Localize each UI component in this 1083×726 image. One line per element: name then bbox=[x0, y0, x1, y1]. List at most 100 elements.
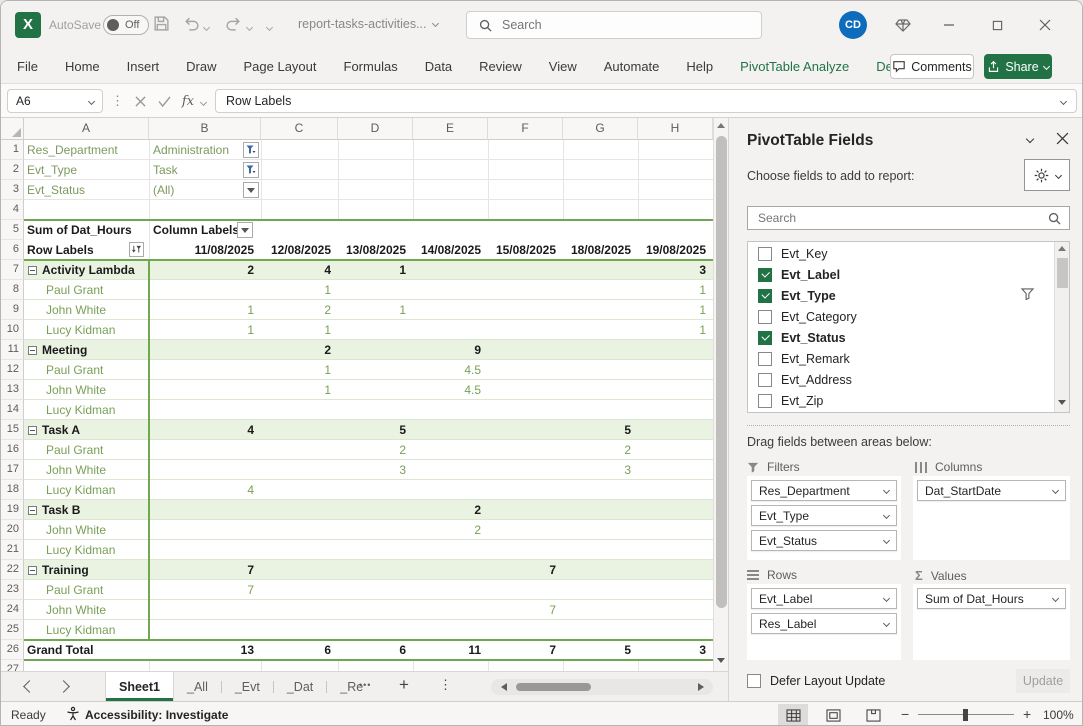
sheet-options-icon[interactable]: ⋮ bbox=[439, 677, 452, 693]
undo-icon[interactable] bbox=[183, 15, 200, 37]
field-checkbox[interactable] bbox=[758, 331, 772, 345]
collapse-icon[interactable] bbox=[28, 426, 37, 435]
pivot-detail-label[interactable]: John White bbox=[24, 460, 149, 480]
pivot-value-cell[interactable]: 1 bbox=[338, 260, 413, 280]
field-checkbox[interactable] bbox=[758, 289, 772, 303]
field-chip-res_department[interactable]: Res_Department bbox=[751, 480, 897, 501]
collapse-icon[interactable] bbox=[28, 566, 37, 575]
area-box-filters[interactable]: Res_DepartmentEvt_TypeEvt_Status bbox=[747, 476, 901, 560]
fields-search-input[interactable] bbox=[756, 210, 1048, 226]
panel-collapse-icon[interactable] bbox=[1026, 135, 1034, 143]
undo-dropdown-icon[interactable] bbox=[203, 24, 210, 31]
pivot-value-cell[interactable]: 4 bbox=[149, 480, 261, 500]
row-header-22[interactable]: 22 bbox=[1, 560, 24, 580]
row-header-15[interactable]: 15 bbox=[1, 420, 24, 440]
field-checkbox[interactable] bbox=[758, 394, 772, 408]
pivot-detail-label[interactable]: Lucy Kidman bbox=[24, 320, 149, 340]
sheet-tab-_dat[interactable]: _Dat bbox=[274, 672, 326, 701]
column-header-E[interactable]: E bbox=[413, 118, 488, 140]
comments-button[interactable]: Comments bbox=[890, 54, 974, 79]
scroll-right-icon[interactable] bbox=[698, 683, 704, 691]
next-sheet-icon[interactable] bbox=[57, 680, 70, 693]
field-checkbox[interactable] bbox=[758, 310, 772, 324]
pivot-detail-label[interactable]: Lucy Kidman bbox=[24, 620, 149, 640]
close-button[interactable] bbox=[1033, 13, 1057, 37]
row-header-11[interactable]: 11 bbox=[1, 340, 24, 360]
sheet-tab-_all[interactable]: _All bbox=[174, 672, 221, 701]
chip-dropdown-icon[interactable] bbox=[883, 512, 890, 519]
row-header-2[interactable]: 2 bbox=[1, 160, 24, 180]
accessibility-icon[interactable] bbox=[65, 706, 81, 725]
column-labels-dropdown-button[interactable] bbox=[237, 222, 253, 238]
pivot-detail-label[interactable]: Lucy Kidman bbox=[24, 400, 149, 420]
pivot-value-cell[interactable]: 1 bbox=[261, 360, 338, 380]
pivot-value-cell[interactable]: 5 bbox=[563, 420, 638, 440]
ribbon-tab-automate[interactable]: Automate bbox=[604, 59, 660, 74]
pivot-detail-label[interactable]: Lucy Kidman bbox=[24, 480, 149, 500]
row-header-18[interactable]: 18 bbox=[1, 480, 24, 500]
row-header-5[interactable]: 5 bbox=[1, 220, 24, 240]
search-input[interactable] bbox=[500, 17, 720, 33]
column-header-D[interactable]: D bbox=[338, 118, 413, 140]
pivot-detail-label[interactable]: Paul Grant bbox=[24, 360, 149, 380]
area-box-rows[interactable]: Evt_LabelRes_Label bbox=[747, 584, 901, 660]
pivot-value-cell[interactable]: 3 bbox=[338, 460, 413, 480]
scroll-up-icon[interactable] bbox=[1058, 246, 1066, 251]
share-button[interactable]: Share bbox=[984, 54, 1052, 79]
pivot-value-cell[interactable]: 2 bbox=[261, 300, 338, 320]
zoom-out-button[interactable]: − bbox=[901, 706, 909, 722]
pivot-value-cell[interactable]: 2 bbox=[413, 500, 488, 520]
scroll-down-icon[interactable] bbox=[717, 658, 725, 663]
pivot-detail-label[interactable]: Lucy Kidman bbox=[24, 540, 149, 560]
avatar[interactable]: CD bbox=[839, 11, 867, 39]
add-sheet-button[interactable]: + bbox=[399, 675, 409, 695]
pivot-value-cell[interactable]: 5 bbox=[338, 420, 413, 440]
pivot-detail-label[interactable]: Paul Grant bbox=[24, 580, 149, 600]
pivot-value-cell[interactable]: 1 bbox=[638, 280, 713, 300]
row-header-4[interactable]: 4 bbox=[1, 200, 24, 220]
pivot-value-cell[interactable]: 7 bbox=[488, 640, 563, 660]
field-chip-evt_status[interactable]: Evt_Status bbox=[751, 530, 897, 551]
pivot-value-cell[interactable]: 6 bbox=[261, 640, 338, 660]
redo-icon[interactable] bbox=[225, 15, 242, 37]
pivot-value-cell[interactable]: 1 bbox=[261, 380, 338, 400]
scroll-left-icon[interactable] bbox=[501, 683, 507, 691]
row-header-12[interactable]: 12 bbox=[1, 360, 24, 380]
chip-dropdown-icon[interactable] bbox=[1052, 595, 1059, 602]
pivot-date-header[interactable]: 14/08/2025 bbox=[413, 240, 488, 260]
pivot-value-cell[interactable]: 11 bbox=[413, 640, 488, 660]
field-checkbox[interactable] bbox=[758, 352, 772, 366]
field-list-scrollbar[interactable] bbox=[1054, 242, 1069, 412]
chip-dropdown-icon[interactable] bbox=[883, 537, 890, 544]
vertical-scrollbar[interactable] bbox=[713, 118, 728, 671]
pivot-value-cell[interactable]: 4 bbox=[149, 420, 261, 440]
pivot-detail-label[interactable]: John White bbox=[24, 520, 149, 540]
pivot-value-cell[interactable]: 1 bbox=[261, 280, 338, 300]
pivot-value-cell[interactable]: 2 bbox=[338, 440, 413, 460]
pivot-value-cell[interactable]: 1 bbox=[638, 320, 713, 340]
field-item-evt_key[interactable]: Evt_Key bbox=[748, 243, 1048, 264]
pivot-value-cell[interactable]: 1 bbox=[149, 320, 261, 340]
field-item-evt_remark[interactable]: Evt_Remark bbox=[748, 348, 1048, 369]
pivot-value-cell[interactable]: 5 bbox=[563, 640, 638, 660]
name-box[interactable]: A6 bbox=[7, 89, 103, 113]
row-header-7[interactable]: 7 bbox=[1, 260, 24, 280]
minimize-button[interactable] bbox=[937, 13, 961, 37]
save-icon[interactable] bbox=[153, 15, 170, 37]
row-header-16[interactable]: 16 bbox=[1, 440, 24, 460]
pivot-date-header[interactable]: 12/08/2025 bbox=[261, 240, 338, 260]
cancel-entry-icon[interactable] bbox=[129, 89, 151, 113]
ribbon-tab-help[interactable]: Help bbox=[686, 59, 713, 74]
pivot-date-header[interactable]: 13/08/2025 bbox=[338, 240, 413, 260]
select-all-corner[interactable] bbox=[1, 118, 24, 140]
row-header-24[interactable]: 24 bbox=[1, 600, 24, 620]
pivot-detail-label[interactable]: John White bbox=[24, 380, 149, 400]
pivot-value-cell[interactable]: 13 bbox=[149, 640, 261, 660]
row-labels-sort-filter-button[interactable] bbox=[129, 242, 144, 257]
ribbon-tab-home[interactable]: Home bbox=[65, 59, 100, 74]
pivot-value-cell[interactable]: 3 bbox=[638, 260, 713, 280]
filter-dropdown-button[interactable] bbox=[243, 182, 259, 198]
field-checkbox[interactable] bbox=[758, 268, 772, 282]
ribbon-tab-insert[interactable]: Insert bbox=[127, 59, 160, 74]
zoom-level[interactable]: 100% bbox=[1043, 708, 1074, 722]
